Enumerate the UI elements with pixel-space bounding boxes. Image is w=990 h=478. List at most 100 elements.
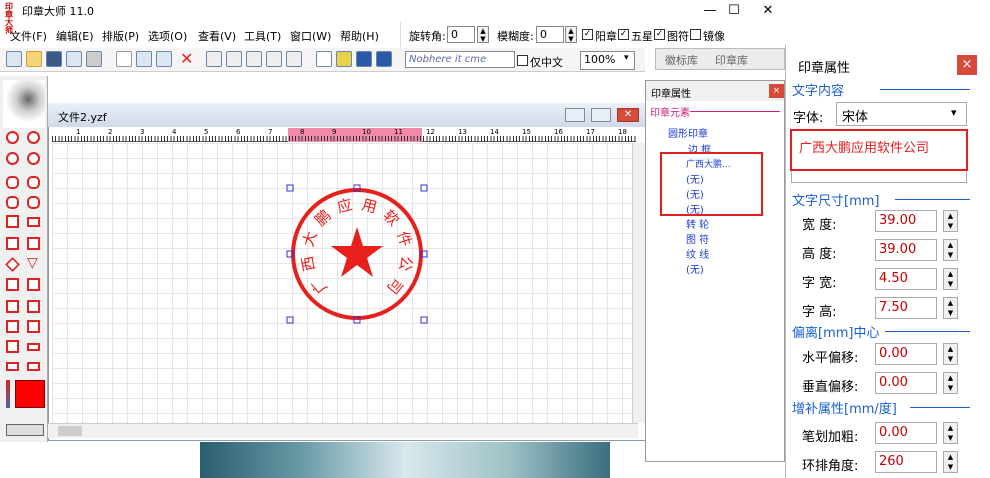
blur-spinner[interactable]: ▲ ▼ <box>565 26 577 43</box>
tab-seal-library[interactable]: 印章库 <box>715 52 748 68</box>
rect-seal-alt-icon[interactable] <box>27 320 40 333</box>
paste-icon[interactable] <box>156 51 172 67</box>
tree-item-text1[interactable]: 广西大鹏... <box>686 157 731 170</box>
width-input[interactable]: 39.00 <box>875 210 937 232</box>
tree-root-item[interactable]: 圆形印章 <box>668 125 708 140</box>
rotate-spinner[interactable]: ▲ ▼ <box>477 26 489 43</box>
align-bottom-icon[interactable] <box>286 51 302 67</box>
menu-options[interactable]: 选项(O) <box>148 28 187 44</box>
rect-seal-icon[interactable] <box>6 320 19 333</box>
delete-icon[interactable]: ✕ <box>180 49 193 68</box>
label-seal-icon[interactable] <box>6 340 19 353</box>
ellipse-seal-icon[interactable] <box>6 196 19 209</box>
cn-only-checkbox[interactable] <box>517 55 528 66</box>
export-icon[interactable] <box>316 51 332 67</box>
square-seal-alt-icon[interactable] <box>27 237 40 250</box>
v-offset-input[interactable]: 0.00 <box>875 372 937 394</box>
image-icon[interactable] <box>336 51 352 67</box>
tree-item-pattern[interactable]: 图 符 <box>686 231 709 246</box>
cut-icon[interactable] <box>116 51 132 67</box>
mini-seal-alt-icon[interactable] <box>27 362 40 371</box>
new-file-icon[interactable] <box>6 51 22 67</box>
doc-close-button[interactable]: ✕ <box>617 108 639 122</box>
double-seal-alt-icon[interactable] <box>27 300 40 313</box>
zoom-chevron-icon[interactable]: ▾ <box>624 53 629 63</box>
tree-item-wheel[interactable]: 转 轮 <box>686 216 709 231</box>
char-height-spinner[interactable]: ▲ ▼ <box>943 297 958 319</box>
doc-restore-button[interactable] <box>591 108 611 122</box>
v-offset-spinner[interactable]: ▲ ▼ <box>943 372 958 394</box>
horizontal-scrollbar[interactable] <box>48 423 638 438</box>
vertical-scrollbar[interactable] <box>632 143 646 423</box>
round-seal-icon[interactable] <box>6 131 19 144</box>
oval-seal-icon[interactable] <box>6 176 19 189</box>
height-input[interactable]: 39.00 <box>875 239 937 261</box>
word-icon[interactable] <box>356 51 372 67</box>
property-close-button[interactable]: × <box>957 55 977 75</box>
seal-canvas[interactable]: 广西大鹏应 用软件公司 <box>285 183 430 326</box>
yang-checkbox[interactable]: ✓ <box>582 29 593 40</box>
blur-input[interactable]: 0 <box>536 26 564 43</box>
print-icon[interactable] <box>86 51 102 67</box>
tree-item-text2[interactable]: (无) <box>686 171 704 186</box>
doc-minimize-button[interactable] <box>565 108 585 122</box>
menu-help[interactable]: 帮助(H) <box>340 28 379 44</box>
copy-icon[interactable] <box>136 51 152 67</box>
stroke-bold-spinner[interactable]: ▲ ▼ <box>943 422 958 444</box>
triangle-seal-icon[interactable]: ▽ <box>27 255 38 271</box>
square-seal-icon[interactable] <box>6 237 19 250</box>
width-spinner[interactable]: ▲ ▼ <box>943 210 958 232</box>
help-book-icon[interactable] <box>376 51 392 67</box>
bar-seal-icon[interactable] <box>27 217 40 227</box>
quad-seal-alt-icon[interactable] <box>27 278 40 291</box>
menu-tools[interactable]: 工具(T) <box>244 28 281 44</box>
circle-seal-icon[interactable] <box>6 152 19 165</box>
char-width-spinner[interactable]: ▲ ▼ <box>943 268 958 290</box>
menu-file[interactable]: 文件(F) <box>10 28 47 44</box>
h-offset-input[interactable]: 0.00 <box>875 343 937 365</box>
star-checkbox[interactable]: ✓ <box>618 29 629 40</box>
align-left-icon[interactable] <box>206 51 222 67</box>
tree-item-text4[interactable]: (无) <box>686 201 704 216</box>
save-icon[interactable] <box>46 51 62 67</box>
quad-seal-icon[interactable] <box>6 278 19 291</box>
strip-seal-icon[interactable] <box>27 343 40 351</box>
menu-layout[interactable]: 排版(P) <box>102 28 139 44</box>
tool-toggle-icon[interactable] <box>6 424 44 436</box>
font-chevron-icon[interactable]: ▾ <box>951 106 957 119</box>
font-select[interactable]: 宋体 <box>836 102 967 126</box>
pattern-checkbox[interactable]: ✓ <box>654 29 665 40</box>
font-preview-box[interactable]: Nobhere it cme <box>405 51 515 68</box>
round-seal-alt-icon[interactable] <box>27 131 40 144</box>
grid-seal-icon[interactable] <box>6 215 19 228</box>
ring-angle-input[interactable]: 260 <box>875 451 937 473</box>
char-height-input[interactable]: 7.50 <box>875 297 937 319</box>
tree-close-button[interactable]: × <box>769 84 784 98</box>
align-right-icon[interactable] <box>246 51 262 67</box>
color-swatch[interactable] <box>15 380 45 408</box>
ring-angle-spinner[interactable]: ▲ ▼ <box>943 451 958 473</box>
tree-item-lines[interactable]: 纹 线 <box>686 246 709 261</box>
menu-edit[interactable]: 编辑(E) <box>56 28 94 44</box>
rotate-input[interactable]: 0 <box>447 26 475 43</box>
mini-seal-icon[interactable] <box>6 362 19 371</box>
tree-item-number[interactable]: (无) <box>686 261 704 276</box>
circle-seal-alt-icon[interactable] <box>27 152 40 165</box>
double-seal-icon[interactable] <box>6 300 19 313</box>
align-top-icon[interactable] <box>266 51 282 67</box>
open-folder-icon[interactable] <box>26 51 42 67</box>
tab-logo-library[interactable]: 徽标库 <box>665 52 698 68</box>
preview-icon[interactable] <box>66 51 82 67</box>
stroke-bold-input[interactable]: 0.00 <box>875 422 937 444</box>
menu-view[interactable]: 查看(V) <box>198 28 236 44</box>
h-offset-spinner[interactable]: ▲ ▼ <box>943 343 958 365</box>
tree-item-text3[interactable]: (无) <box>686 186 704 201</box>
align-center-icon[interactable] <box>226 51 242 67</box>
close-button[interactable]: ✕ <box>748 0 788 22</box>
menu-window[interactable]: 窗口(W) <box>290 28 331 44</box>
height-spinner[interactable]: ▲ ▼ <box>943 239 958 261</box>
ellipse-seal-alt-icon[interactable] <box>27 196 40 209</box>
char-width-input[interactable]: 4.50 <box>875 268 937 290</box>
mirror-checkbox[interactable] <box>690 29 701 40</box>
oval-seal-alt-icon[interactable] <box>27 176 40 189</box>
